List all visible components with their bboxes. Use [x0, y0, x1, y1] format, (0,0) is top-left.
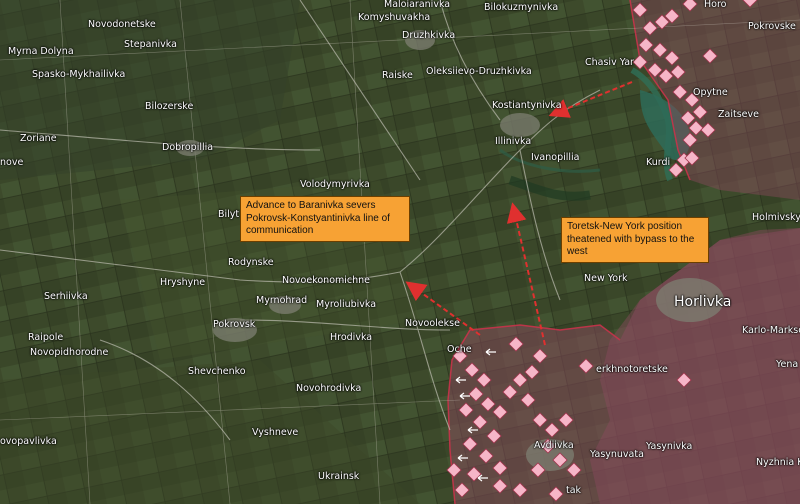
place-komyshuvakha: Komyshuvakha — [358, 12, 431, 23]
place-verkhnotoretske: erkhnotoretske — [596, 364, 668, 375]
place-myrna-dolyna: Myrna Dolyna — [8, 46, 74, 57]
place-serhiivka: Serhiivka — [44, 291, 88, 302]
callout-toretsk: Toretsk-New York position theatened with… — [561, 217, 709, 263]
place-druzhkivka: Druzhkivka — [402, 30, 456, 41]
place-hrodivka: Hrodivka — [330, 332, 373, 343]
place-novodonetske: Novodonetske — [88, 19, 156, 30]
place-horlivka: Horlivka — [674, 294, 732, 310]
place-horo: Horo — [704, 0, 727, 10]
place-nove: nove — [0, 157, 24, 168]
place-novopidhorodne: Novopidhorodne — [30, 347, 109, 358]
place-kurdiumivka: Kurdi — [646, 157, 671, 168]
place-new-york: New York — [584, 273, 628, 284]
place-holmivskyi: Holmivskyi — [752, 212, 800, 223]
place-chasiv-yar: Chasiv Yar — [585, 57, 634, 68]
place-ocheretyne: Oche — [447, 344, 472, 355]
place-oleksiievo: Oleksiievo-Druzhkivka — [426, 66, 532, 77]
place-pokrovske: Pokrovske — [748, 21, 796, 32]
place-stepanivka: Stepanivka — [124, 39, 177, 50]
place-illinivka: Illinivka — [495, 136, 532, 147]
place-maloiaranivka: Maloiaranivka — [384, 0, 451, 10]
place-karlo-marksove: Karlo-Markso — [742, 325, 800, 336]
place-yasynuvata: Yasynuvata — [590, 449, 644, 460]
place-novoekonomichne: Novoekonomichne — [282, 275, 371, 286]
place-zaitseve: Zaitseve — [718, 109, 759, 120]
place-hryshyne: Hryshyne — [160, 277, 206, 288]
place-stak: tak — [566, 485, 582, 496]
place-novooleksandrivka: Novoolekse — [405, 318, 460, 329]
place-myrnohrad: Myrnohrad — [256, 295, 308, 306]
place-nyzhnia-krynka: Nyzhnia Krin — [756, 457, 800, 468]
place-kostiantynivka: Kostiantynivka — [492, 100, 562, 111]
place-rodynske: Rodynske — [228, 257, 274, 268]
place-vyshneve: Vyshneve — [252, 427, 299, 438]
place-dobropillia: Dobropillia — [162, 142, 214, 153]
map-view[interactable]: Novodonetske Stepanivka Myrna Dolyna Spa… — [0, 0, 800, 504]
place-opytne: Opytne — [693, 87, 728, 98]
place-myroliubivka: Myroliubivka — [316, 299, 377, 310]
place-avdiivka: Avdiivka — [534, 440, 574, 451]
place-novopavlivka: ovopavlivka — [0, 436, 57, 447]
place-spasko-mykhailivka: Spasko-Mykhailivka — [32, 69, 126, 80]
place-zoriane: Zoriane — [20, 133, 57, 144]
place-bilokuzmynivka: Bilokuzmynivka — [484, 2, 559, 13]
place-ukrainsk: Ukrainsk — [318, 471, 360, 482]
place-yenakiieve: Yena — [776, 359, 799, 370]
place-raiske: Raiske — [382, 70, 413, 81]
place-bilozerske: Bilozerske — [145, 101, 194, 112]
place-novohrodivka: Novohrodivka — [296, 383, 362, 394]
place-ivanopillia: Ivanopillia — [531, 152, 580, 163]
callout-baranivka: Advance to Baranivka severs Pokrovsk-Kon… — [240, 196, 410, 242]
place-bilyt: Bilyt — [218, 209, 240, 220]
place-shevchenko: Shevchenko — [188, 366, 246, 377]
place-pokrovsk: Pokrovsk — [213, 319, 256, 330]
place-volodymyrivka: Volodymyrivka — [300, 179, 370, 190]
place-raipole: Raipole — [28, 332, 64, 343]
place-yasynivka: Yasynivka — [646, 441, 693, 452]
